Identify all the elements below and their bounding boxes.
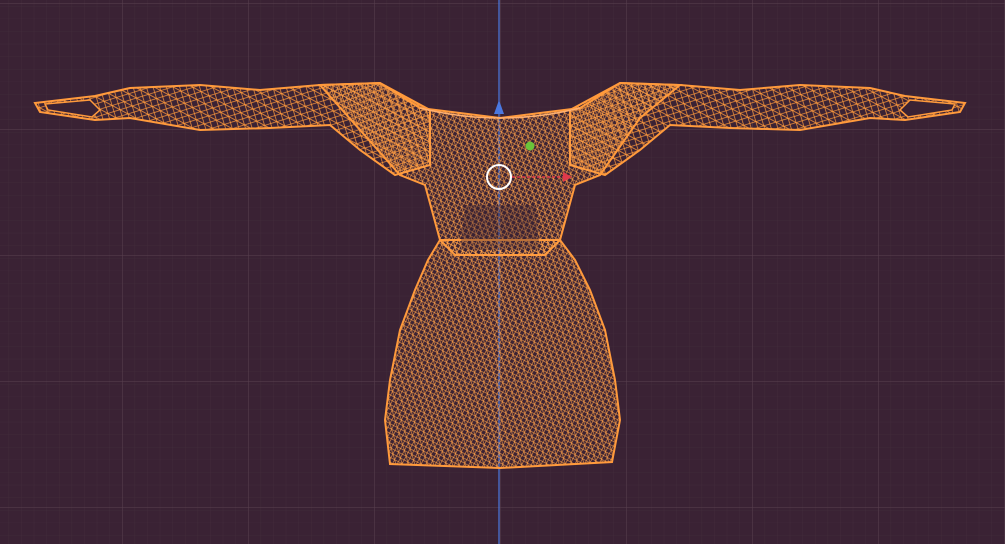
3d-viewport[interactable] (0, 0, 1005, 544)
y-axis-handle-icon[interactable] (525, 141, 535, 151)
waist-shading (460, 205, 540, 250)
viewport-canvas[interactable] (0, 0, 1005, 544)
